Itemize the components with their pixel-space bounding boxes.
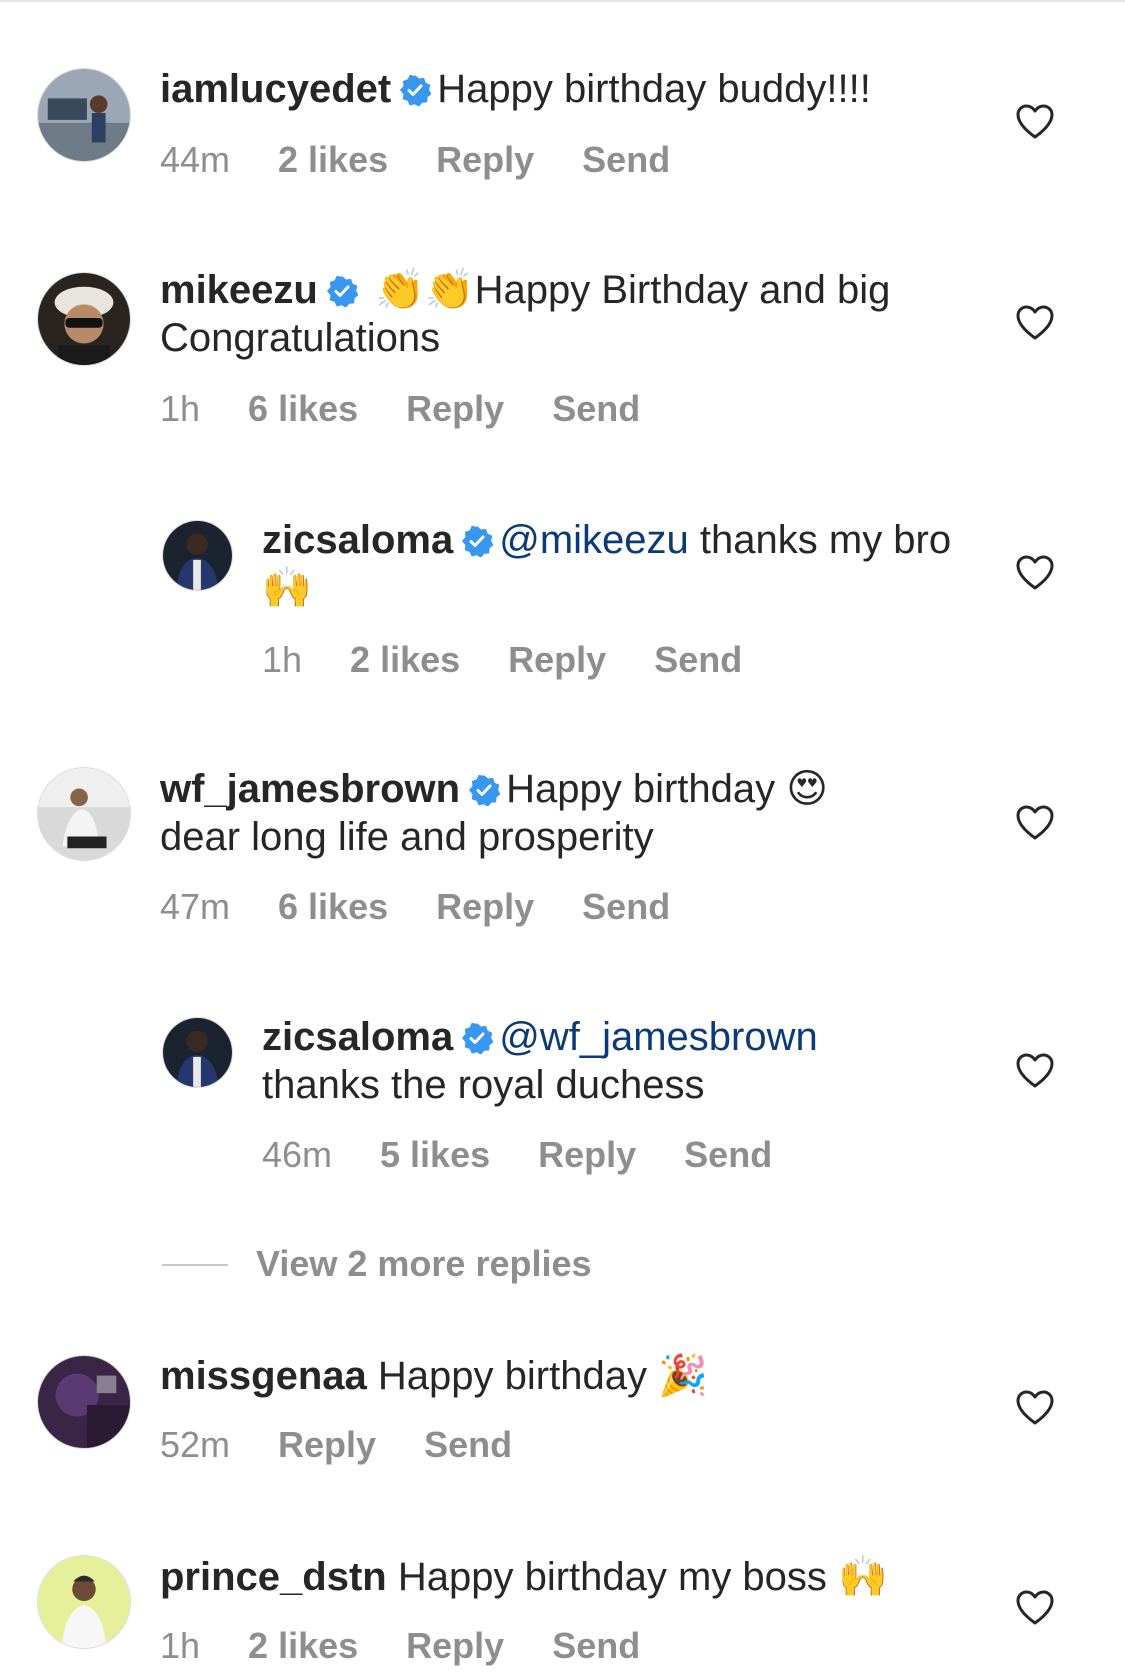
- comment-body: thanks the royal duchess: [262, 1063, 705, 1107]
- username[interactable]: wf_jamesbrown: [160, 767, 460, 811]
- likes-count[interactable]: 6 likes: [278, 886, 388, 927]
- verified-badge-icon: [399, 74, 432, 106]
- mention-link[interactable]: @wf_jamesbrown: [499, 1015, 818, 1059]
- heart-icon[interactable]: [1016, 805, 1054, 841]
- raising-hands-emoji: 🙌: [838, 1554, 888, 1600]
- reply-button[interactable]: Reply: [436, 139, 534, 180]
- username[interactable]: zicsaloma: [262, 518, 453, 562]
- comment-time: 1h: [160, 1625, 201, 1666]
- comment-text: prince_dstn Happy birthday my boss 🙌: [160, 1553, 960, 1601]
- comment-time: 47m: [160, 886, 231, 927]
- comment-text: zicsaloma @mikeezu thanks my bro 🙌: [262, 516, 962, 612]
- comment-time: 46m: [262, 1134, 333, 1175]
- send-button[interactable]: Send: [582, 886, 670, 927]
- comment-meta: 46m 5 likes Reply Send: [262, 1133, 820, 1177]
- view-more-divider: [162, 1264, 228, 1266]
- avatar[interactable]: [37, 68, 131, 162]
- verified-badge-icon: [461, 1022, 494, 1054]
- party-popper-emoji: 🎉: [658, 1353, 708, 1399]
- send-button[interactable]: Send: [552, 388, 640, 429]
- avatar[interactable]: [37, 272, 131, 366]
- send-button[interactable]: Send: [654, 639, 742, 680]
- username[interactable]: missgenaa: [160, 1354, 367, 1398]
- comment-body: Happy birthday buddy!!!!: [437, 67, 871, 111]
- comment-meta: 52m Reply Send: [160, 1423, 560, 1467]
- username[interactable]: mikeezu: [160, 268, 318, 312]
- mention-link[interactable]: @mikeezu: [499, 518, 689, 562]
- comment-body: Happy birthday: [377, 1354, 647, 1398]
- send-button[interactable]: Send: [552, 1625, 640, 1666]
- comment-time: 44m: [160, 139, 231, 180]
- reply-button[interactable]: Reply: [406, 388, 504, 429]
- clapping-hands-emoji: 👏👏: [374, 267, 475, 313]
- heart-icon[interactable]: [1016, 305, 1054, 341]
- likes-count[interactable]: 6 likes: [248, 388, 358, 429]
- send-button[interactable]: Send: [684, 1134, 772, 1175]
- heart-icon[interactable]: [1016, 555, 1054, 591]
- send-button[interactable]: Send: [424, 1424, 512, 1465]
- comment-meta: 47m 6 likes Reply Send: [160, 885, 718, 929]
- reply-button[interactable]: Reply: [278, 1424, 376, 1465]
- comment-meta: 1h 2 likes Reply Send: [160, 1624, 688, 1668]
- comment-meta: 1h 6 likes Reply Send: [160, 387, 688, 431]
- comment-meta: 1h 2 likes Reply Send: [262, 638, 790, 682]
- comment-time: 52m: [160, 1424, 231, 1465]
- verified-badge-icon: [461, 525, 494, 557]
- reply-button[interactable]: Reply: [406, 1625, 504, 1666]
- comment-body: Happy birthday: [506, 767, 776, 811]
- heart-icon[interactable]: [1016, 1590, 1054, 1626]
- avatar[interactable]: [37, 767, 131, 861]
- comment-body: thanks my bro: [699, 518, 952, 562]
- comment-time: 1h: [262, 639, 303, 680]
- avatar[interactable]: [37, 1355, 131, 1449]
- avatar[interactable]: [162, 520, 233, 591]
- raising-hands-emoji: 🙌: [262, 565, 312, 611]
- comment-body: Happy birthday my boss: [397, 1555, 827, 1599]
- comment-time: 1h: [160, 388, 201, 429]
- reply-button[interactable]: Reply: [538, 1134, 636, 1175]
- username[interactable]: iamlucyedet: [160, 67, 391, 111]
- send-button[interactable]: Send: [582, 139, 670, 180]
- comment-text: mikeezu 👏👏Happy Birthday and big Congrat…: [160, 266, 960, 362]
- comment-text: missgenaa Happy birthday 🎉: [160, 1352, 960, 1400]
- likes-count[interactable]: 5 likes: [380, 1134, 490, 1175]
- verified-badge-icon: [468, 774, 501, 806]
- comment-meta: 44m 2 likes Reply Send: [160, 138, 718, 182]
- top-divider: [0, 0, 1125, 2]
- username[interactable]: zicsaloma: [262, 1015, 453, 1059]
- heart-eyes-emoji: 😍: [786, 766, 828, 812]
- comment-text: wf_jamesbrown Happy birthday 😍 dear long l…: [160, 765, 960, 861]
- avatar[interactable]: [162, 1017, 233, 1088]
- likes-count[interactable]: 2 likes: [248, 1625, 358, 1666]
- comment-body-continued: dear long life and prosperity: [160, 815, 654, 859]
- username[interactable]: prince_dstn: [160, 1555, 387, 1599]
- heart-icon[interactable]: [1016, 1053, 1054, 1089]
- likes-count[interactable]: 2 likes: [278, 139, 388, 180]
- comment-text: iamlucyedet Happy birthday buddy!!!!: [160, 65, 960, 113]
- reply-button[interactable]: Reply: [508, 639, 606, 680]
- comment-text: zicsaloma @wf_jamesbrown thanks the royal …: [262, 1013, 962, 1109]
- verified-badge-icon: [326, 275, 358, 307]
- heart-icon[interactable]: [1016, 104, 1054, 140]
- likes-count[interactable]: 2 likes: [350, 639, 460, 680]
- view-more-replies-label[interactable]: View 2 more replies: [256, 1242, 592, 1286]
- heart-icon[interactable]: [1016, 1390, 1054, 1426]
- avatar[interactable]: [37, 1555, 131, 1649]
- reply-button[interactable]: Reply: [436, 886, 534, 927]
